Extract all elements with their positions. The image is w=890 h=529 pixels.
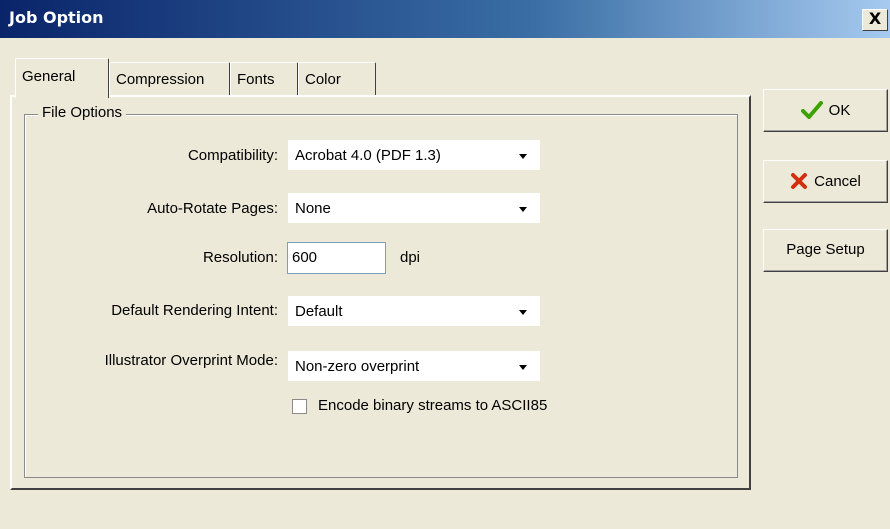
page-setup-label: Page Setup — [786, 241, 865, 258]
tab-label: Compression — [116, 71, 205, 88]
tab-label: General — [22, 68, 76, 85]
resolution-input[interactable]: 600 — [287, 242, 386, 274]
encode-ascii85-label[interactable]: Encode binary streams to ASCII85 — [318, 397, 547, 414]
compatibility-label: Compatibility: — [187, 147, 278, 164]
rendering-intent-label: Default Rendering Intent: — [111, 302, 278, 319]
chevron-down-icon — [519, 207, 527, 212]
resolution-label: Resolution: — [202, 249, 278, 266]
close-button[interactable]: X — [862, 9, 888, 31]
encode-ascii85-checkbox[interactable] — [292, 399, 307, 414]
tab-label: Color — [305, 71, 341, 88]
check-icon — [800, 101, 823, 119]
rendering-intent-select[interactable]: Default — [288, 296, 540, 326]
close-icon: X — [868, 9, 882, 28]
cancel-label: Cancel — [814, 172, 861, 190]
tab-compression[interactable]: Compression — [109, 62, 230, 96]
overprint-mode-label: Illustrator Overprint Mode: — [104, 352, 278, 369]
rendering-intent-value: Default — [295, 303, 343, 320]
ok-button[interactable]: OK — [763, 89, 888, 132]
chevron-down-icon — [519, 365, 527, 370]
title-bar: Job Option X — [0, 0, 890, 38]
tab-general[interactable]: General — [15, 58, 109, 98]
page-setup-button[interactable]: Page Setup — [763, 229, 888, 272]
chevron-down-icon — [519, 310, 527, 315]
overprint-mode-select[interactable]: Non-zero overprint — [288, 351, 540, 381]
ok-label: OK — [828, 101, 851, 119]
overprint-mode-value: Non-zero overprint — [295, 358, 420, 375]
group-label: File Options — [38, 104, 127, 121]
x-icon — [791, 173, 808, 189]
tab-fonts[interactable]: Fonts — [230, 62, 298, 96]
auto-rotate-value: None — [295, 200, 331, 217]
compatibility-value: Acrobat 4.0 (PDF 1.3) — [295, 147, 441, 164]
resolution-value: 600 — [292, 249, 318, 266]
tab-color[interactable]: Color — [298, 62, 376, 96]
compatibility-select[interactable]: Acrobat 4.0 (PDF 1.3) — [288, 140, 540, 170]
auto-rotate-select[interactable]: None — [288, 193, 540, 223]
tab-label: Fonts — [237, 71, 275, 88]
window-title: Job Option — [9, 8, 104, 27]
auto-rotate-label: Auto-Rotate Pages: — [147, 200, 278, 217]
cancel-button[interactable]: Cancel — [763, 160, 888, 203]
resolution-unit: dpi — [400, 249, 421, 266]
chevron-down-icon — [519, 154, 527, 159]
